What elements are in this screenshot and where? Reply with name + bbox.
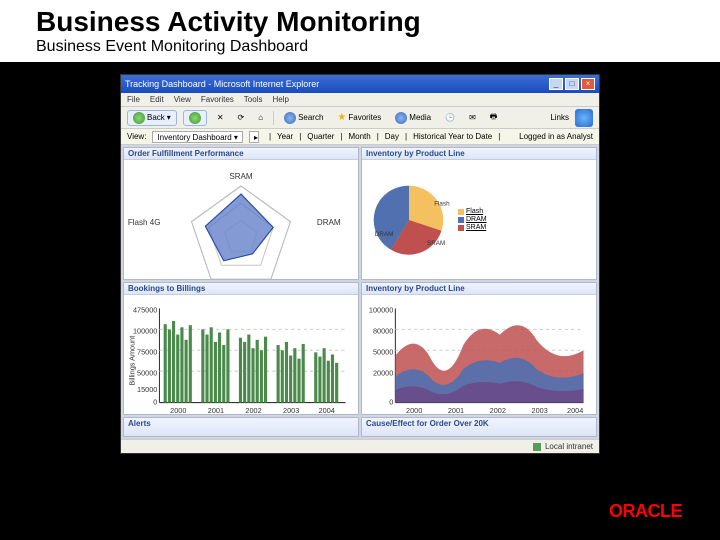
svg-text:100000: 100000	[133, 327, 157, 336]
window-titlebar: Tracking Dashboard - Microsoft Internet …	[121, 75, 599, 93]
menu-tools[interactable]: Tools	[244, 95, 263, 104]
favorites-button[interactable]: ★Favorites	[333, 110, 385, 125]
tab-quarter[interactable]: Quarter	[307, 132, 334, 141]
panel-order-fulfillment: Order Fulfillment Performance SRAM DRAM …	[123, 147, 359, 280]
svg-text:0: 0	[389, 398, 393, 407]
svg-text:Bookings: Bookings	[228, 414, 258, 415]
svg-text:2003: 2003	[283, 406, 299, 415]
menu-file[interactable]: File	[127, 95, 140, 104]
svg-text:475000: 475000	[133, 306, 157, 315]
menu-help[interactable]: Help	[272, 95, 288, 104]
view-selector-bar: View: Inventory Dashboard ▾ ▸ | Year |Qu…	[121, 129, 599, 145]
links-label[interactable]: Links	[550, 113, 569, 122]
svg-text:2004: 2004	[319, 406, 335, 415]
svg-text:15000: 15000	[137, 385, 157, 394]
svg-text:SRAM: SRAM	[229, 172, 253, 181]
panel-alerts-header: Alerts	[123, 417, 359, 437]
svg-text:2001: 2001	[448, 406, 464, 415]
mail-button[interactable]: ✉	[465, 111, 480, 124]
svg-text:2000: 2000	[406, 406, 422, 415]
star-icon: ★	[337, 112, 346, 123]
svg-text:2004: 2004	[567, 406, 583, 415]
browser-window: Tracking Dashboard - Microsoft Internet …	[120, 74, 600, 454]
tab-day[interactable]: Day	[385, 132, 399, 141]
search-button[interactable]: Search	[280, 110, 327, 126]
refresh-button[interactable]: ⟳	[234, 111, 249, 124]
svg-text:20000: 20000	[373, 368, 393, 377]
svg-text:50000: 50000	[373, 347, 393, 356]
area-chart: 100000 80000 50000 20000 0 2000 2001 200…	[364, 297, 594, 415]
search-icon	[284, 112, 296, 124]
print-button[interactable]: 🖶	[486, 109, 502, 127]
svg-text:SRAM: SRAM	[427, 240, 445, 247]
forward-button[interactable]	[183, 110, 207, 126]
svg-text:Flash 4G: Flash 4G	[128, 218, 161, 227]
history-button[interactable]: 🕒	[441, 111, 459, 124]
back-button[interactable]: Back ▾	[127, 110, 177, 126]
svg-text:80000: 80000	[373, 327, 393, 336]
bar-chart: Billings Amount 475000 100000 75000 5000…	[126, 297, 356, 415]
forward-icon	[189, 112, 201, 124]
svg-text:Flash: Flash	[434, 200, 450, 207]
slide-subtitle: Business Event Monitoring Dashboard	[0, 38, 720, 62]
svg-text:DRAM: DRAM	[375, 231, 394, 238]
tab-month[interactable]: Month	[348, 132, 370, 141]
svg-text:75000: 75000	[137, 347, 157, 356]
menu-favorites[interactable]: Favorites	[201, 95, 234, 104]
panel-title: Order Fulfillment Performance	[124, 148, 358, 160]
status-text: Local intranet	[545, 442, 593, 451]
window-title: Tracking Dashboard - Microsoft Internet …	[125, 79, 319, 89]
panel-title: Inventory by Product Line	[362, 148, 596, 160]
go-button[interactable]: ▸	[249, 131, 259, 143]
svg-text:DRAM: DRAM	[317, 218, 341, 227]
svg-text:2002: 2002	[490, 406, 506, 415]
dashboard-grid: Order Fulfillment Performance SRAM DRAM …	[121, 145, 599, 439]
view-dropdown[interactable]: Inventory Dashboard ▾	[152, 131, 243, 143]
back-icon	[133, 112, 145, 124]
pie-legend: Flash DRAM SRAM	[458, 207, 487, 232]
panel-inventory-pie: Inventory by Product Line Flash SRAM DRA…	[361, 147, 597, 280]
panel-inventory-area: Inventory by Product Line 100000 80000 5…	[361, 282, 597, 415]
ie-logo-icon	[575, 109, 593, 127]
pie-chart: Flash SRAM DRAM	[364, 175, 454, 265]
maximize-button[interactable]: □	[565, 78, 579, 90]
svg-text:2001: 2001	[208, 406, 224, 415]
radar-chart: SRAM DRAM Flash 512M Flash Flash 4G Sale…	[126, 162, 356, 280]
panel-title: Inventory by Product Line	[362, 283, 596, 295]
tab-historical[interactable]: Historical Year to Date	[413, 132, 492, 141]
slide-title: Business Activity Monitoring	[0, 0, 720, 38]
menu-view[interactable]: View	[174, 95, 191, 104]
media-icon	[395, 112, 407, 124]
svg-text:50000: 50000	[137, 368, 157, 377]
home-button[interactable]: ⌂	[254, 111, 267, 124]
panel-title: Bookings to Billings	[124, 283, 358, 295]
svg-text:2003: 2003	[532, 406, 548, 415]
svg-text:100000: 100000	[369, 306, 393, 315]
svg-text:2000: 2000	[170, 406, 186, 415]
menu-edit[interactable]: Edit	[150, 95, 164, 104]
toolbar: Back ▾ ✕ ⟳ ⌂ Search ★Favorites Media 🕒 ✉…	[121, 107, 599, 129]
panel-bookings-billings: Bookings to Billings Billings Amount 475…	[123, 282, 359, 415]
svg-text:Billings Amount: Billings Amount	[127, 336, 136, 386]
close-button[interactable]: ×	[581, 78, 595, 90]
panel-cause-effect-header: Cause/Effect for Order Over 20K	[361, 417, 597, 437]
menu-bar: File Edit View Favorites Tools Help	[121, 93, 599, 107]
intranet-icon	[533, 443, 541, 451]
oracle-logo: ORACLE	[609, 501, 682, 522]
svg-text:0: 0	[153, 398, 157, 407]
status-bar: Local intranet	[121, 439, 599, 453]
logged-in-label: Logged in as Analyst	[519, 132, 593, 141]
minimize-button[interactable]: _	[549, 78, 563, 90]
stop-button[interactable]: ✕	[213, 111, 228, 124]
media-button[interactable]: Media	[391, 110, 435, 126]
tab-year[interactable]: Year	[277, 132, 293, 141]
view-label: View:	[127, 132, 146, 141]
